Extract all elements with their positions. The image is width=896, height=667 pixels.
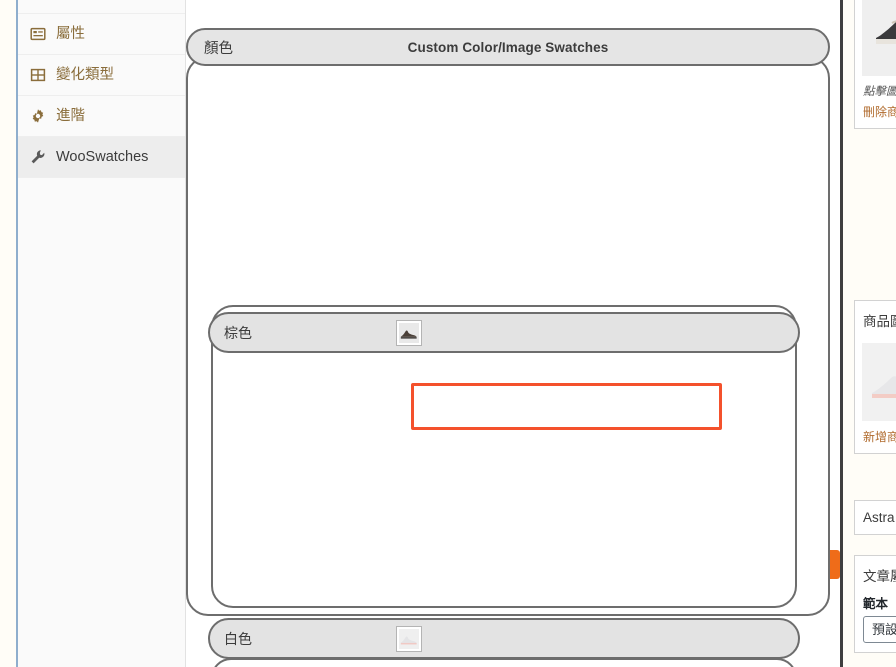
product-data-tabs-sidebar: 屬性 變化類型 進階 WooSwatches — [16, 0, 186, 667]
wrench-icon — [30, 149, 46, 165]
sidebar-item-partial[interactable] — [18, 0, 185, 14]
product-gallery-card: 商品圖 新增商 — [854, 300, 896, 454]
term-bar-white[interactable]: 白色 — [208, 618, 800, 659]
sneaker-brown-thumb-icon — [396, 319, 422, 346]
wooswatches-panel: 顏色 Custom Color/Image Swatches Display T… — [186, 0, 843, 667]
shoe-dark-photo-icon[interactable] — [862, 0, 896, 76]
post-attributes-card: 文章屬 範本 預設 — [854, 555, 896, 653]
theme-name-label: Astra — [863, 510, 895, 525]
gear-icon — [30, 108, 46, 124]
sidebar-item-wooswatches[interactable]: WooSwatches — [18, 137, 185, 178]
sidebar-item-attributes[interactable]: 屬性 — [18, 14, 185, 55]
sidebar-item-advanced[interactable]: 進階 — [18, 96, 185, 137]
sidebar-item-label: 屬性 — [56, 25, 85, 42]
template-label: 範本 — [863, 597, 889, 611]
post-attributes-title: 文章屬 — [863, 569, 896, 584]
sidebar-filler — [18, 178, 185, 667]
attribute-tab-header[interactable]: 顏色 Custom Color/Image Swatches — [186, 28, 830, 66]
attributes-icon — [30, 26, 46, 42]
sidebar-item-label: 進階 — [56, 107, 85, 124]
product-gallery-title: 商品圖 — [863, 314, 896, 329]
sneaker-white-thumb-icon — [396, 625, 422, 652]
sidebar-item-label: WooSwatches — [56, 148, 149, 165]
variations-grid-icon — [30, 67, 46, 83]
remove-product-image-link[interactable]: 刪除商 — [855, 103, 896, 128]
theme-card: Astra — [854, 500, 896, 535]
add-gallery-image-link[interactable]: 新增商 — [855, 428, 896, 453]
term-name-label: 白色 — [224, 630, 252, 647]
term-bar-brown[interactable]: 棕色 — [208, 312, 800, 353]
wordpress-product-data-screen: 屬性 變化類型 進階 WooSwatches 顏色 Custom Color/I… — [0, 0, 896, 667]
post-sidebar: 點擊圖 刪除商 商品圖 新增商 Astra 文章屬 範本 預設 — [846, 0, 896, 667]
template-select[interactable]: 預設 — [863, 616, 896, 643]
featured-image-caption: 點擊圖 — [863, 86, 896, 98]
term-card-white — [211, 658, 797, 667]
sidebar-item-variations[interactable]: 變化類型 — [18, 55, 185, 96]
featured-image-card: 點擊圖 刪除商 — [854, 0, 896, 129]
term-name-label: 棕色 — [224, 324, 252, 341]
sneaker-white-photo-icon[interactable] — [862, 343, 896, 421]
sidebar-item-label: 變化類型 — [56, 66, 114, 83]
panel-title: Custom Color/Image Swatches — [407, 39, 609, 55]
